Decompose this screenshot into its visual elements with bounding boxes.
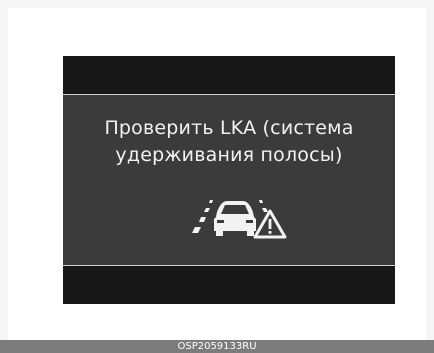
warning-message-line-1: Проверить LKA (система [104, 117, 354, 139]
right-lane-line [259, 200, 268, 212]
display-top-bar [63, 56, 395, 94]
car-icon [214, 201, 256, 236]
warning-panel: Проверить LKA (система удерживания полос… [63, 94, 395, 266]
warning-message: Проверить LKA (система удерживания полос… [63, 115, 395, 169]
image-frame: Проверить LKA (система удерживания полос… [8, 8, 426, 340]
warning-message-line-2: удерживания полосы) [115, 144, 343, 166]
cluster-display: Проверить LKA (система удерживания полос… [63, 56, 395, 304]
display-bottom-bar [63, 266, 395, 304]
left-lane-line [192, 200, 213, 233]
warning-triangle-icon [253, 209, 287, 239]
lane-keeping-warning-icon [192, 200, 287, 239]
image-code-caption: OSP2059133RU [0, 340, 434, 353]
